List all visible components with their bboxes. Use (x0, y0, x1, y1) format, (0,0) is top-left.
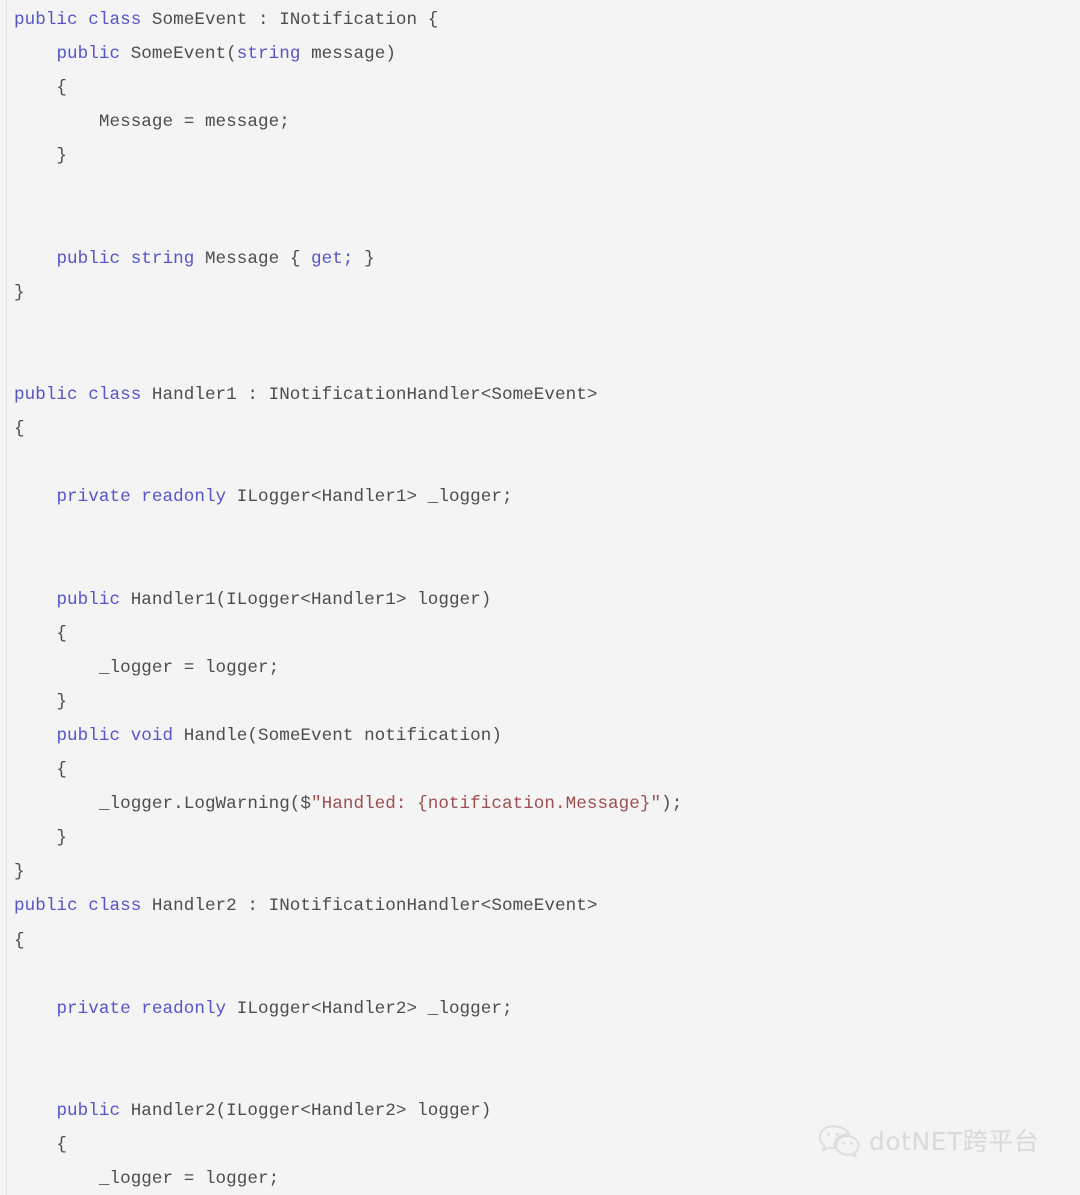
code-token-pln: _logger = logger; (14, 1169, 280, 1190)
code-token-kw: public (56, 1101, 131, 1121)
code-token-pln (14, 487, 56, 507)
code-screenshot: public class SomeEvent : INotification {… (0, 0, 1080, 1195)
code-token-pln (14, 1101, 56, 1121)
code-line: public Handler1(ILogger<Handler1> logger… (0, 583, 1080, 617)
code-token-pln: SomeEvent( (130, 44, 237, 65)
code-line: } (0, 276, 1080, 310)
code-token-kw: public class (14, 896, 152, 917)
code-line: { (0, 617, 1080, 651)
code-line: } (0, 685, 1080, 719)
code-token-pln: { (14, 623, 68, 644)
code-token-pln: _logger.LogWarning($ (14, 794, 312, 815)
code-token-kw: public class (14, 385, 152, 406)
code-line: { (0, 71, 1080, 105)
code-line: public class Handler1 : INotificationHan… (0, 378, 1080, 412)
code-line: public Handler2(ILogger<Handler2> logger… (0, 1094, 1080, 1128)
code-line: public class Handler2 : INotificationHan… (0, 889, 1080, 923)
code-line: private readonly ILogger<Handler1> _logg… (0, 480, 1080, 514)
code-line: } (0, 821, 1080, 855)
code-token-kw: public class (14, 10, 152, 30)
code-token-str: "Handled: {notification.Message}" (311, 794, 662, 815)
code-token-kw: public (56, 44, 131, 65)
code-token-pln: ILogger<Handler1> _logger; (236, 487, 513, 508)
code-token-pln: Handler2(ILogger<Handler2> logger) (130, 1101, 492, 1121)
code-token-pln (14, 249, 56, 269)
code-line: { (0, 924, 1080, 958)
code-token-pln: { (14, 1135, 68, 1156)
code-token-pln: Handle(SomeEvent notification) (183, 725, 502, 746)
code-token-kw: string (236, 44, 312, 65)
code-token-kw: public void (56, 725, 184, 746)
code-token-pln: ); (661, 794, 683, 815)
code-token-kw: private readonly (56, 487, 237, 508)
code-line: } (0, 855, 1080, 889)
code-token-pln: SomeEvent : INotification { (151, 10, 439, 30)
code-token-pln (14, 590, 56, 610)
code-token-pln: Handler2 : INotificationHandler<SomeEven… (151, 896, 598, 917)
watermark-label: dotNET跨平台 (869, 1126, 1040, 1156)
code-token-kw: public string (56, 248, 205, 269)
code-token-pln: } (14, 691, 68, 712)
wechat-icon (818, 1125, 860, 1158)
code-token-pln: Handler1(ILogger<Handler1> logger) (130, 589, 492, 610)
code-line: _logger.LogWarning($"Handled: {notificat… (0, 787, 1080, 821)
code-token-pln: } (14, 282, 25, 303)
code-line: _logger = logger; (0, 651, 1080, 685)
code-token-kw: public (56, 589, 131, 610)
code-token-pln: } (353, 248, 375, 269)
code-token-kw: private readonly (56, 998, 237, 1019)
code-line: { (0, 753, 1080, 787)
code-line: { (0, 412, 1080, 446)
code-line: } (0, 139, 1080, 173)
code-line: _logger = logger; (0, 1162, 1080, 1195)
code-token-pln (14, 999, 56, 1019)
code-token-pln: Handler1 : INotificationHandler<SomeEven… (151, 385, 598, 406)
code-token-pln: { (14, 419, 25, 440)
watermark: dotNET跨平台 (818, 1124, 1039, 1158)
code-block: public class SomeEvent : INotification {… (0, 0, 1080, 1195)
code-token-pln: { (14, 760, 68, 781)
code-token-pln: { (14, 930, 25, 951)
code-token-pln: { (14, 78, 68, 99)
code-line: public SomeEvent(string message) (0, 37, 1080, 71)
code-token-pln: Message { (204, 248, 312, 269)
code-token-pln: message) (311, 44, 396, 65)
code-token-kw: get; (311, 248, 354, 269)
code-token-pln (14, 726, 56, 746)
code-token-pln (14, 44, 56, 64)
code-token-pln: ILogger<Handler2> _logger; (236, 998, 513, 1019)
code-line: public string Message { get; } (0, 242, 1080, 276)
code-token-pln: } (14, 828, 68, 849)
code-line: public void Handle(SomeEvent notificatio… (0, 719, 1080, 753)
code-token-pln: _logger = logger; (14, 657, 280, 678)
code-line: public class SomeEvent : INotification { (0, 3, 1080, 37)
code-line: private readonly ILogger<Handler2> _logg… (0, 992, 1080, 1026)
code-token-pln: } (14, 146, 68, 167)
code-line: Message = message; (0, 105, 1080, 139)
code-token-pln: Message = message; (14, 112, 290, 133)
code-token-pln: } (14, 862, 25, 883)
